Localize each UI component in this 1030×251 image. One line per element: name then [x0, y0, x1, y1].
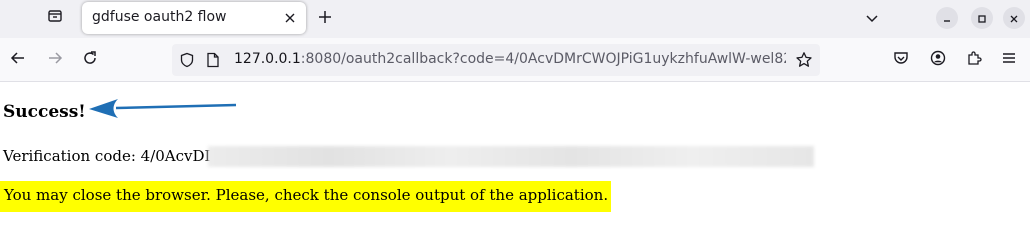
verification-code-text: Verification code: 4/0AcvDI [3, 147, 211, 165]
minimize-icon [942, 9, 952, 28]
success-heading: Success! [3, 102, 86, 122]
maximize-button[interactable] [971, 7, 993, 29]
close-browser-notice: You may close the browser. Please, check… [0, 181, 611, 212]
extensions-button[interactable] [962, 48, 986, 72]
page-content: Success! Verification code: 4/0AcvDI You… [0, 82, 1030, 251]
hamburger-icon [1001, 50, 1017, 70]
back-button[interactable] [6, 48, 30, 72]
redacted-code-block [208, 146, 814, 167]
pocket-icon [893, 50, 909, 70]
plus-icon [318, 9, 332, 28]
close-icon [1009, 9, 1019, 28]
arrow-left-icon [10, 50, 26, 70]
shield-icon[interactable] [178, 51, 196, 69]
minimize-button[interactable] [936, 7, 958, 29]
reload-button[interactable] [78, 48, 102, 72]
tab-list-button[interactable] [42, 7, 68, 29]
url-path: :8080/oauth2callback?code=4/0AcvDMrCWOJP… [300, 51, 786, 67]
account-button[interactable] [926, 48, 950, 72]
navigation-toolbar: 127.0.0.1:8080/oauth2callback?code=4/0Ac… [0, 38, 1030, 82]
page-icon[interactable] [204, 51, 222, 69]
tab-title: gdfuse oauth2 flow [92, 9, 227, 25]
tab-list-icon [47, 8, 63, 28]
new-tab-button[interactable] [314, 7, 336, 29]
maximize-icon [977, 9, 987, 28]
active-tab[interactable]: gdfuse oauth2 flow [82, 2, 306, 34]
chevron-down-icon [865, 9, 879, 28]
forward-button[interactable] [43, 48, 67, 72]
list-all-tabs-button[interactable] [862, 8, 882, 28]
account-icon [930, 50, 946, 70]
reload-icon [82, 50, 98, 70]
tab-close-icon[interactable] [282, 10, 298, 26]
app-menu-button[interactable] [997, 48, 1021, 72]
puzzle-icon [966, 50, 982, 70]
pocket-button[interactable] [889, 48, 913, 72]
bookmark-star-icon[interactable] [794, 50, 814, 70]
arrow-annotation-icon [86, 96, 238, 126]
url-host: 127.0.0.1 [234, 51, 301, 67]
arrow-right-icon [47, 50, 63, 70]
window-close-button[interactable] [1003, 7, 1025, 29]
tab-strip: gdfuse oauth2 flow [0, 0, 1030, 38]
address-bar[interactable]: 127.0.0.1:8080/oauth2callback?code=4/0Ac… [172, 44, 820, 76]
url-text[interactable]: 127.0.0.1:8080/oauth2callback?code=4/0Ac… [234, 51, 786, 71]
